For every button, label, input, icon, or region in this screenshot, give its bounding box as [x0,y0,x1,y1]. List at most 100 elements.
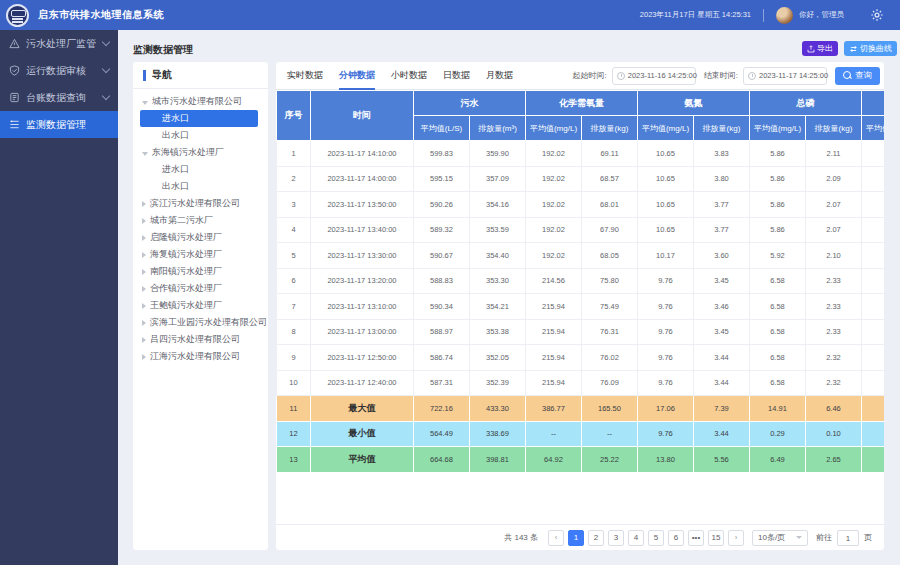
page-button[interactable]: 2 [588,530,604,546]
table-cell: 352.05 [470,345,526,371]
tree-node-plant[interactable]: 江海污水处理有限公司 [133,348,268,365]
page-ellipsis[interactable]: ••• [688,530,704,546]
summary-row: 11最大值722.16433.30386.77165.5017.067.3914… [277,396,885,422]
table-cell: 398.81 [470,447,526,473]
tree-node-port[interactable]: 进水口 [140,110,258,127]
table-cell: 2023-11-17 13:40:00 [311,217,414,243]
table-cell: 595.15 [414,166,470,192]
page-button[interactable]: 6 [668,530,684,546]
tree-node-port[interactable]: 出水口 [133,178,268,195]
caret-down-icon[interactable] [142,101,148,105]
table-cell: 2023-11-17 13:10:00 [311,294,414,320]
goto-page-input[interactable]: 1 [837,530,859,546]
tree-node-plant[interactable]: 海复镇污水处理厂 [133,246,268,263]
table-cell: 2023-11-17 13:20:00 [311,268,414,294]
tree-node-plant[interactable]: 王鲍镇污水处理厂 [133,297,268,314]
page-button[interactable]: 5 [648,530,664,546]
caret-down-icon[interactable] [142,152,148,156]
table-cell: 564.49 [414,421,470,447]
tree-node-plant[interactable]: 滨江污水处理有限公司 [133,195,268,212]
export-icon [807,45,815,53]
sidebar-item[interactable]: 监测数据管理 [0,111,118,138]
settings-gear-icon[interactable] [870,8,884,22]
sidebar-item[interactable]: 污水处理厂监管 [0,30,118,57]
plant-supervision-icon [9,38,20,49]
caret-right-icon[interactable] [142,337,146,343]
tab-1[interactable]: 分钟数据 [339,62,375,90]
tree-node-plant[interactable]: 合作镇污水处理厂 [133,280,268,297]
table-cell: 11 [277,396,311,422]
caret-right-icon[interactable] [142,201,146,207]
next-page-button[interactable]: › [728,530,744,546]
table-cell: 6.58 [750,345,806,371]
table-cell: 68.05 [582,243,638,269]
tree-node-port[interactable]: 出水口 [133,127,268,144]
tab-2[interactable]: 小时数据 [391,62,427,90]
prev-page-button[interactable]: ‹ [548,530,564,546]
end-time-label: 结束时间: [704,70,738,81]
user-avatar[interactable] [776,7,793,24]
tab-4[interactable]: 月数据 [486,62,513,90]
data-table: 序号时间污水化学需氧量氨氮总磷平均值(L/S)排放量(m³)平均值(mg/L)排… [276,90,884,473]
table-cell: 590.67 [414,243,470,269]
end-time-input[interactable]: 2023-11-17 14:25:00 [743,67,827,85]
tree-node-plant[interactable]: 南阳镇污水处理厂 [133,263,268,280]
page-button[interactable]: 1 [568,530,584,546]
start-time-input[interactable]: 2023-11-16 14:25:00 [612,67,696,85]
caret-right-icon[interactable] [142,286,146,292]
table-cell: -- [526,421,582,447]
table-cell: 10.65 [638,217,694,243]
tree-node-plant[interactable]: 城市第二污水厂 [133,212,268,229]
table-cell [862,166,885,192]
table-cell: 69.11 [582,141,638,167]
table-cell: 17.06 [638,396,694,422]
page-size-select[interactable]: 10条/页 [752,530,808,546]
tree-node-plant[interactable]: 滨海工业园污水处理有限公司 [133,314,268,331]
table-row: 92023-11-17 12:50:00586.74352.05215.9476… [277,345,885,371]
tree-node-plant[interactable]: 启隆镇污水处理厂 [133,229,268,246]
sidebar-item[interactable]: 台账数据查询 [0,84,118,111]
page-button[interactable]: 15 [708,530,724,546]
header-datetime: 2023年11月17日 星期五 14:25:31 [640,10,751,20]
tab-0[interactable]: 实时数据 [287,62,323,90]
tree-node-plant[interactable]: 吕四污水处理有限公司 [133,331,268,348]
clock-icon [617,72,625,80]
caret-right-icon[interactable] [142,252,146,258]
caret-right-icon[interactable] [142,354,146,360]
table-cell: 13.80 [638,447,694,473]
caret-right-icon[interactable] [142,235,146,241]
table-cell: 214.56 [526,268,582,294]
switch-curve-button[interactable]: 切换曲线 [844,41,897,56]
caret-right-icon[interactable] [142,303,146,309]
sidebar-item[interactable]: 运行数据审核 [0,57,118,84]
table-cell: 4 [277,217,311,243]
chevron-down-icon [102,38,110,46]
tree-node-label: 吕四污水处理有限公司 [150,333,240,346]
table-cell: 64.92 [526,447,582,473]
table-cell: 192.02 [526,141,582,167]
caret-right-icon[interactable] [142,218,146,224]
table-cell: 9 [277,345,311,371]
data-audit-icon [9,65,20,76]
tree-node-port[interactable]: 进水口 [133,161,268,178]
page-button[interactable]: 4 [628,530,644,546]
table-cell [862,141,885,167]
caret-right-icon[interactable] [142,269,146,275]
export-button[interactable]: 导出 [802,41,838,56]
table-cell: 722.16 [414,396,470,422]
tree-node-plant[interactable]: 东海镇污水处理厂 [133,144,268,161]
caret-right-icon[interactable] [142,320,146,326]
page-button[interactable]: 3 [608,530,624,546]
table-cell: 3.44 [694,370,750,396]
table-cell: 192.02 [526,217,582,243]
table-cell: 2.07 [806,217,862,243]
col-group-header [862,91,885,116]
chevron-down-icon [102,65,110,73]
tree-node-plant[interactable]: 城市污水处理有限公司 [133,93,268,110]
table-cell [862,192,885,218]
table-cell [862,447,885,473]
table-cell: 2 [277,166,311,192]
tab-3[interactable]: 日数据 [443,62,470,90]
query-button[interactable]: 查询 [835,67,880,85]
table-row: 42023-11-17 13:40:00589.32353.59192.0267… [277,217,885,243]
